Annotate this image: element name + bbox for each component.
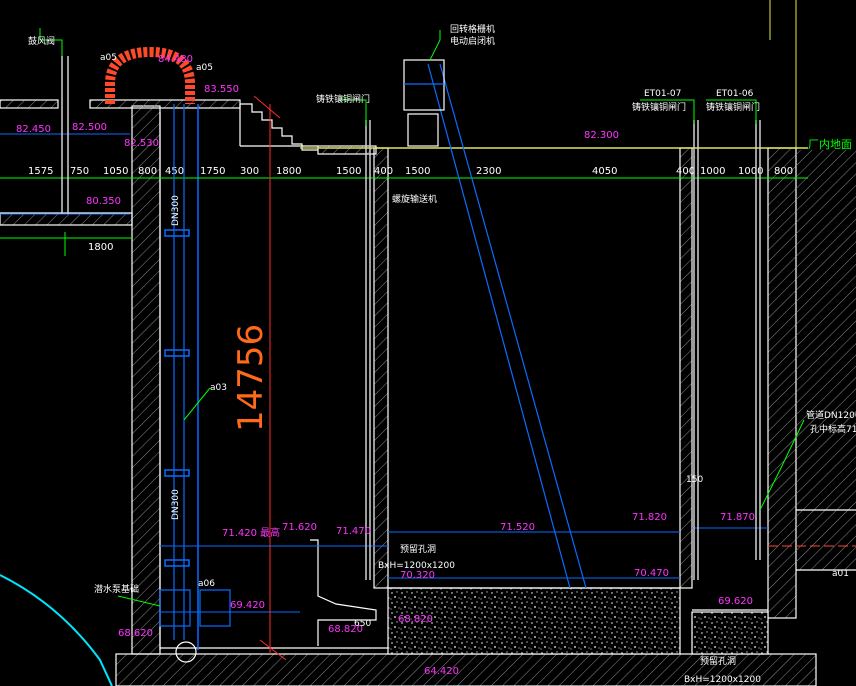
marker-a05b: a05 (196, 63, 213, 73)
elev-83550: 83.550 (204, 84, 239, 95)
label-gate-right: 铸铁镶铜闸门 (706, 101, 760, 113)
pipe-dim-2: DN300 (171, 489, 181, 520)
elev-68820b: 68.820 (398, 614, 433, 625)
marker-a05: a05 (100, 53, 117, 63)
dim-10: 1500 (405, 166, 430, 177)
elev-71520: 71.520 (500, 522, 535, 533)
elev-84480: 84.480 (158, 54, 193, 65)
elev-64420: 64.420 (424, 666, 459, 677)
label-center-top-2: 电动启闭机 (450, 35, 495, 47)
dim-8: 1500 (336, 166, 361, 177)
label-top-left-equipment: 鼓风阀 (28, 35, 55, 47)
label-tag-et0106: ET01-06 (716, 89, 754, 99)
elev-71870: 71.870 (720, 512, 755, 523)
cad-drawing-canvas: 1575 750 1050 800 450 1750 300 1800 1500… (0, 0, 856, 686)
gate-rods (61, 56, 761, 580)
dim-sub: 1800 (88, 242, 113, 253)
elev-82500: 82.500 (72, 122, 107, 133)
elev-71470: 71.470 (336, 526, 371, 537)
dim-6: 300 (240, 166, 259, 177)
label-pipe-note-2: 孔中标高71.7 (810, 423, 856, 435)
dim-7: 1800 (276, 166, 301, 177)
label-opening-bottom: 预留孔洞 (700, 655, 736, 667)
dim-0: 1575 (28, 166, 53, 177)
elev-70470: 70.470 (634, 568, 669, 579)
elev-68620: 68.620 (118, 628, 153, 639)
elev-69620: 69.620 (718, 596, 753, 607)
elev-82530: 82.530 (124, 138, 159, 149)
dim-1: 750 (70, 166, 89, 177)
big-dimension: 14756 (231, 324, 271, 432)
dim-3: 800 (138, 166, 157, 177)
label-center-top-1: 回转格栅机 (450, 23, 495, 35)
label-tag-et0107: ET01-07 (644, 89, 681, 99)
elev-69420: 69.420 (230, 600, 265, 611)
elev-71620: 71.620 (282, 522, 317, 533)
label-pump-base: 潜水泵基础 (94, 583, 139, 595)
label-opening-bottom-size: BxH=1200x1200 (684, 675, 761, 685)
pump-assembly (159, 589, 231, 663)
dim-2: 1050 (103, 166, 128, 177)
dim-13: 400 (676, 166, 695, 177)
label-plant-ground: 厂内地面 (808, 137, 852, 151)
pipe-dim-1: DN300 (171, 195, 181, 226)
label-pipe-note-1: 管道DN1200预埋 (806, 409, 856, 421)
label-gate-mid: 铸铁镶铜闸门 (632, 101, 686, 113)
label-conveyor: 螺旋输送机 (392, 193, 437, 205)
elev-70320: 70.320 (400, 570, 435, 581)
dim-16: 800 (774, 166, 793, 177)
label-gate-left: 铸铁镶铜闸门 (316, 93, 370, 105)
dim-14: 1000 (700, 166, 725, 177)
elev-71820: 71.820 (632, 512, 667, 523)
dim-11: 2300 (476, 166, 501, 177)
elev-82450: 82.450 (16, 124, 51, 135)
marker-a03: a03 (210, 383, 227, 393)
water-level-label: 71.420 最高 (222, 526, 280, 539)
dim-9: 400 (374, 166, 393, 177)
marker-650: 650 (354, 619, 371, 629)
dim-12: 4050 (592, 166, 617, 177)
marker-a06: a06 (198, 579, 215, 589)
label-bottom-right-mark: a01 (832, 569, 849, 579)
label-opening-mid-size: BxH=1200x1200 (378, 561, 455, 571)
marker-150: 150 (686, 475, 703, 485)
elev-82300: 82.300 (584, 130, 619, 141)
dim-5: 1750 (200, 166, 225, 177)
label-opening-mid: 预留孔洞 (400, 543, 436, 555)
elev-80350: 80.350 (86, 196, 121, 207)
